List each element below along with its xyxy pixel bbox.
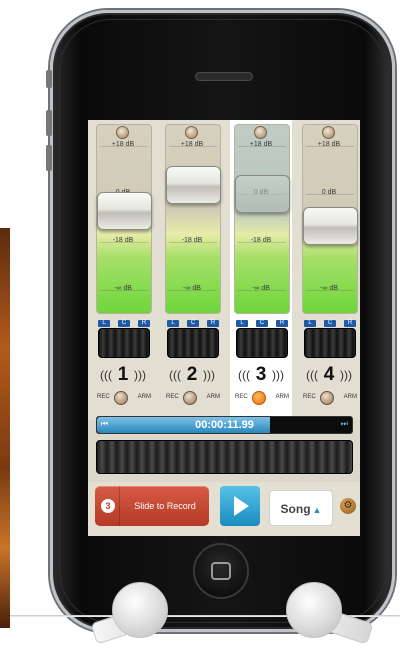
arm-label: ARM bbox=[343, 394, 357, 400]
bottom-toolbar: 3 Slide to Record Song ▲ ⚙ bbox=[88, 482, 360, 536]
db-label-min: -∞ dB bbox=[183, 285, 201, 292]
song-button[interactable]: Song ▲ bbox=[269, 490, 333, 526]
app-screen: +18 dB 0 dB -18 dB -∞ dB L C R ((( 1 )))… bbox=[88, 120, 360, 536]
volume-fader[interactable] bbox=[166, 166, 221, 204]
pan-center-label: C bbox=[118, 320, 130, 327]
volume-fader[interactable] bbox=[303, 206, 358, 245]
pan-left-label: L bbox=[167, 320, 179, 327]
trim-knob[interactable] bbox=[254, 126, 267, 139]
trim-knob[interactable] bbox=[322, 126, 335, 139]
db-label-min: -∞ dB bbox=[252, 285, 270, 292]
channel-strip-1: +18 dB 0 dB -18 dB -∞ dB L C R ((( 1 )))… bbox=[92, 120, 154, 420]
pan-wheel[interactable] bbox=[304, 328, 356, 358]
pan-center-label: C bbox=[256, 320, 268, 327]
background-wood bbox=[0, 228, 10, 628]
arm-toggle[interactable] bbox=[252, 391, 266, 405]
pan-wheel[interactable] bbox=[167, 328, 219, 358]
rec-label: REC bbox=[166, 394, 179, 400]
skip-forward-icon[interactable]: ⏭ bbox=[341, 419, 348, 429]
volume-fader[interactable] bbox=[235, 175, 290, 213]
right-earbud bbox=[286, 582, 342, 638]
pan-center-label: C bbox=[324, 320, 336, 327]
db-label-top: +18 dB bbox=[111, 141, 135, 148]
pan-left-label: L bbox=[98, 320, 110, 327]
play-button[interactable] bbox=[220, 486, 260, 526]
mixer-channels: +18 dB 0 dB -18 dB -∞ dB L C R ((( 1 )))… bbox=[88, 120, 360, 420]
db-label-min: -∞ dB bbox=[114, 285, 132, 292]
channel-strip-3: +18 dB 0 dB -18 dB -∞ dB L C R ((( 3 )))… bbox=[230, 120, 292, 420]
db-label-zero: 0 dB bbox=[321, 189, 337, 196]
left-earbud bbox=[112, 582, 168, 638]
sound-wave-right-icon: ))) bbox=[272, 368, 284, 382]
pan-right-label: R bbox=[207, 320, 219, 327]
earpiece-speaker bbox=[195, 72, 253, 81]
pan-labels: L C R bbox=[98, 320, 150, 327]
slide-to-record-button[interactable]: 3 Slide to Record bbox=[95, 486, 209, 526]
channel-strip-4: +18 dB 0 dB -18 dB -∞ dB L C R ((( 4 )))… bbox=[298, 120, 360, 420]
sound-wave-right-icon: ))) bbox=[134, 368, 146, 382]
db-label-mid: -18 dB bbox=[250, 237, 272, 244]
db-label-top: +18 dB bbox=[180, 141, 204, 148]
sound-wave-right-icon: ))) bbox=[340, 368, 352, 382]
song-label: Song bbox=[280, 502, 311, 516]
waveform-scrubber[interactable] bbox=[96, 440, 353, 474]
volume-down-button bbox=[46, 145, 52, 171]
play-icon bbox=[234, 496, 249, 516]
arm-toggle[interactable] bbox=[183, 391, 197, 405]
db-label-top: +18 dB bbox=[249, 141, 273, 148]
sound-wave-right-icon: ))) bbox=[203, 368, 215, 382]
pan-right-label: R bbox=[138, 320, 150, 327]
trim-knob[interactable] bbox=[116, 126, 129, 139]
db-label-mid: -18 dB bbox=[112, 237, 134, 244]
rec-arm-row: REC ARM bbox=[233, 391, 289, 405]
time-display: 00:00:11.99 bbox=[195, 419, 254, 431]
volume-fader[interactable] bbox=[97, 191, 152, 230]
arm-toggle[interactable] bbox=[320, 391, 334, 405]
gear-icon[interactable]: ⚙ bbox=[340, 498, 356, 514]
record-count-badge: 3 bbox=[101, 499, 115, 513]
arm-label: ARM bbox=[137, 394, 151, 400]
channel-strip-2: +18 dB 0 dB -18 dB -∞ dB L C R ((( 2 )))… bbox=[161, 120, 223, 420]
home-square-icon bbox=[211, 562, 231, 580]
pan-labels: L C R bbox=[167, 320, 219, 327]
db-label-top: +18 dB bbox=[317, 141, 341, 148]
pan-right-label: R bbox=[344, 320, 356, 327]
volume-up-button bbox=[46, 110, 52, 136]
mute-switch bbox=[46, 70, 52, 88]
rec-arm-row: REC ARM bbox=[95, 391, 151, 405]
pan-labels: L C R bbox=[304, 320, 356, 327]
divider bbox=[119, 486, 120, 526]
db-label-min: -∞ dB bbox=[320, 285, 338, 292]
transport-timebar[interactable]: ⏮ 00:00:11.99 ⏭ bbox=[96, 416, 353, 434]
rec-arm-row: REC ARM bbox=[301, 391, 357, 405]
trim-knob[interactable] bbox=[185, 126, 198, 139]
pan-wheel[interactable] bbox=[98, 328, 150, 358]
db-label-mid: -18 dB bbox=[181, 237, 203, 244]
pan-left-label: L bbox=[304, 320, 316, 327]
arm-toggle[interactable] bbox=[114, 391, 128, 405]
pan-center-label: C bbox=[187, 320, 199, 327]
arm-label: ARM bbox=[275, 394, 289, 400]
rec-label: REC bbox=[97, 394, 110, 400]
arm-label: ARM bbox=[206, 394, 220, 400]
rec-arm-row: REC ARM bbox=[164, 391, 220, 405]
song-arrow-icon: ▲ bbox=[312, 505, 322, 515]
pan-right-label: R bbox=[276, 320, 288, 327]
pan-left-label: L bbox=[236, 320, 248, 327]
pan-wheel[interactable] bbox=[236, 328, 288, 358]
rec-label: REC bbox=[303, 394, 316, 400]
slide-label: Slide to Record bbox=[134, 501, 196, 511]
rec-label: REC bbox=[235, 394, 248, 400]
pan-labels: L C R bbox=[236, 320, 288, 327]
